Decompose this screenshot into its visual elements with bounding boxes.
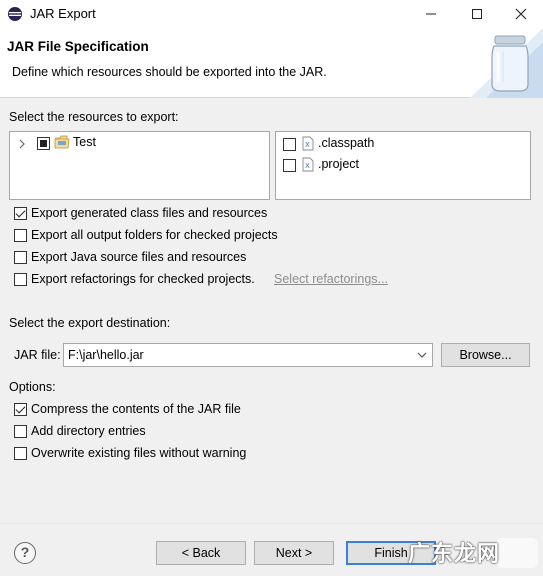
back-button[interactable]: < Back xyxy=(156,541,246,565)
jar-icon xyxy=(470,28,543,98)
watermark-logo xyxy=(496,538,538,568)
eclipse-icon xyxy=(8,7,22,21)
minimize-icon xyxy=(426,13,436,15)
maximize-button[interactable] xyxy=(455,0,499,28)
maximize-icon xyxy=(472,9,482,19)
directory-entries-label[interactable]: Add directory entries xyxy=(31,424,146,438)
overwrite-label[interactable]: Overwrite existing files without warning xyxy=(31,446,246,460)
export-refactorings-label[interactable]: Export refactorings for checked projects… xyxy=(31,272,255,286)
resource-files-list[interactable]: X .classpath X .project xyxy=(275,131,531,200)
resource-tree[interactable]: Test xyxy=(9,131,270,200)
svg-text:X: X xyxy=(305,141,310,149)
window-title: JAR Export xyxy=(30,6,96,21)
project-checkbox[interactable] xyxy=(283,159,296,172)
export-java-source-label[interactable]: Export Java source files and resources xyxy=(31,250,246,264)
options-label: Options: xyxy=(9,380,56,394)
file-classpath[interactable]: .classpath xyxy=(318,136,374,150)
compress-checkbox[interactable] xyxy=(14,403,27,416)
classpath-checkbox[interactable] xyxy=(283,138,296,151)
close-icon xyxy=(515,8,527,20)
export-class-files-checkbox[interactable] xyxy=(14,207,27,220)
svg-text:X: X xyxy=(305,162,310,170)
select-refactorings-link[interactable]: Select refactorings... xyxy=(274,272,388,286)
export-refactorings-checkbox[interactable] xyxy=(14,273,27,286)
tree-item-test[interactable]: Test xyxy=(73,135,96,149)
xml-file-icon: X xyxy=(302,157,314,172)
wizard-header: JAR File Specification Define which reso… xyxy=(0,28,543,98)
minimize-button[interactable] xyxy=(409,0,453,28)
expand-arrow-icon[interactable] xyxy=(17,139,27,149)
export-output-folders-checkbox[interactable] xyxy=(14,229,27,242)
jar-file-label: JAR file: xyxy=(14,348,61,362)
export-output-folders-label[interactable]: Export all output folders for checked pr… xyxy=(31,228,278,242)
title-bar: JAR Export xyxy=(0,0,543,28)
compress-label[interactable]: Compress the contents of the JAR file xyxy=(31,402,241,416)
page-title: JAR File Specification xyxy=(7,39,149,54)
browse-button[interactable]: Browse... xyxy=(441,343,530,367)
export-class-files-label[interactable]: Export generated class files and resourc… xyxy=(31,206,267,220)
test-checkbox[interactable] xyxy=(37,137,50,150)
footer-separator xyxy=(0,523,543,524)
next-button[interactable]: Next > xyxy=(254,541,334,565)
resources-label: Select the resources to export: xyxy=(9,110,179,124)
file-project[interactable]: .project xyxy=(318,157,359,171)
destination-label: Select the export destination: xyxy=(9,316,171,330)
jar-file-combo[interactable]: F:\jar\hello.jar xyxy=(63,343,433,367)
xml-file-icon: X xyxy=(302,136,314,151)
close-button[interactable] xyxy=(499,0,543,28)
watermark-text: 广东龙网 xyxy=(408,541,501,566)
export-java-source-checkbox[interactable] xyxy=(14,251,27,264)
overwrite-checkbox[interactable] xyxy=(14,447,27,460)
page-description: Define which resources should be exporte… xyxy=(12,65,327,79)
help-icon[interactable]: ? xyxy=(14,542,36,564)
chevron-down-icon[interactable] xyxy=(414,347,430,363)
directory-entries-checkbox[interactable] xyxy=(14,425,27,438)
project-folder-icon xyxy=(54,135,70,149)
jar-file-input[interactable]: F:\jar\hello.jar xyxy=(68,348,144,362)
